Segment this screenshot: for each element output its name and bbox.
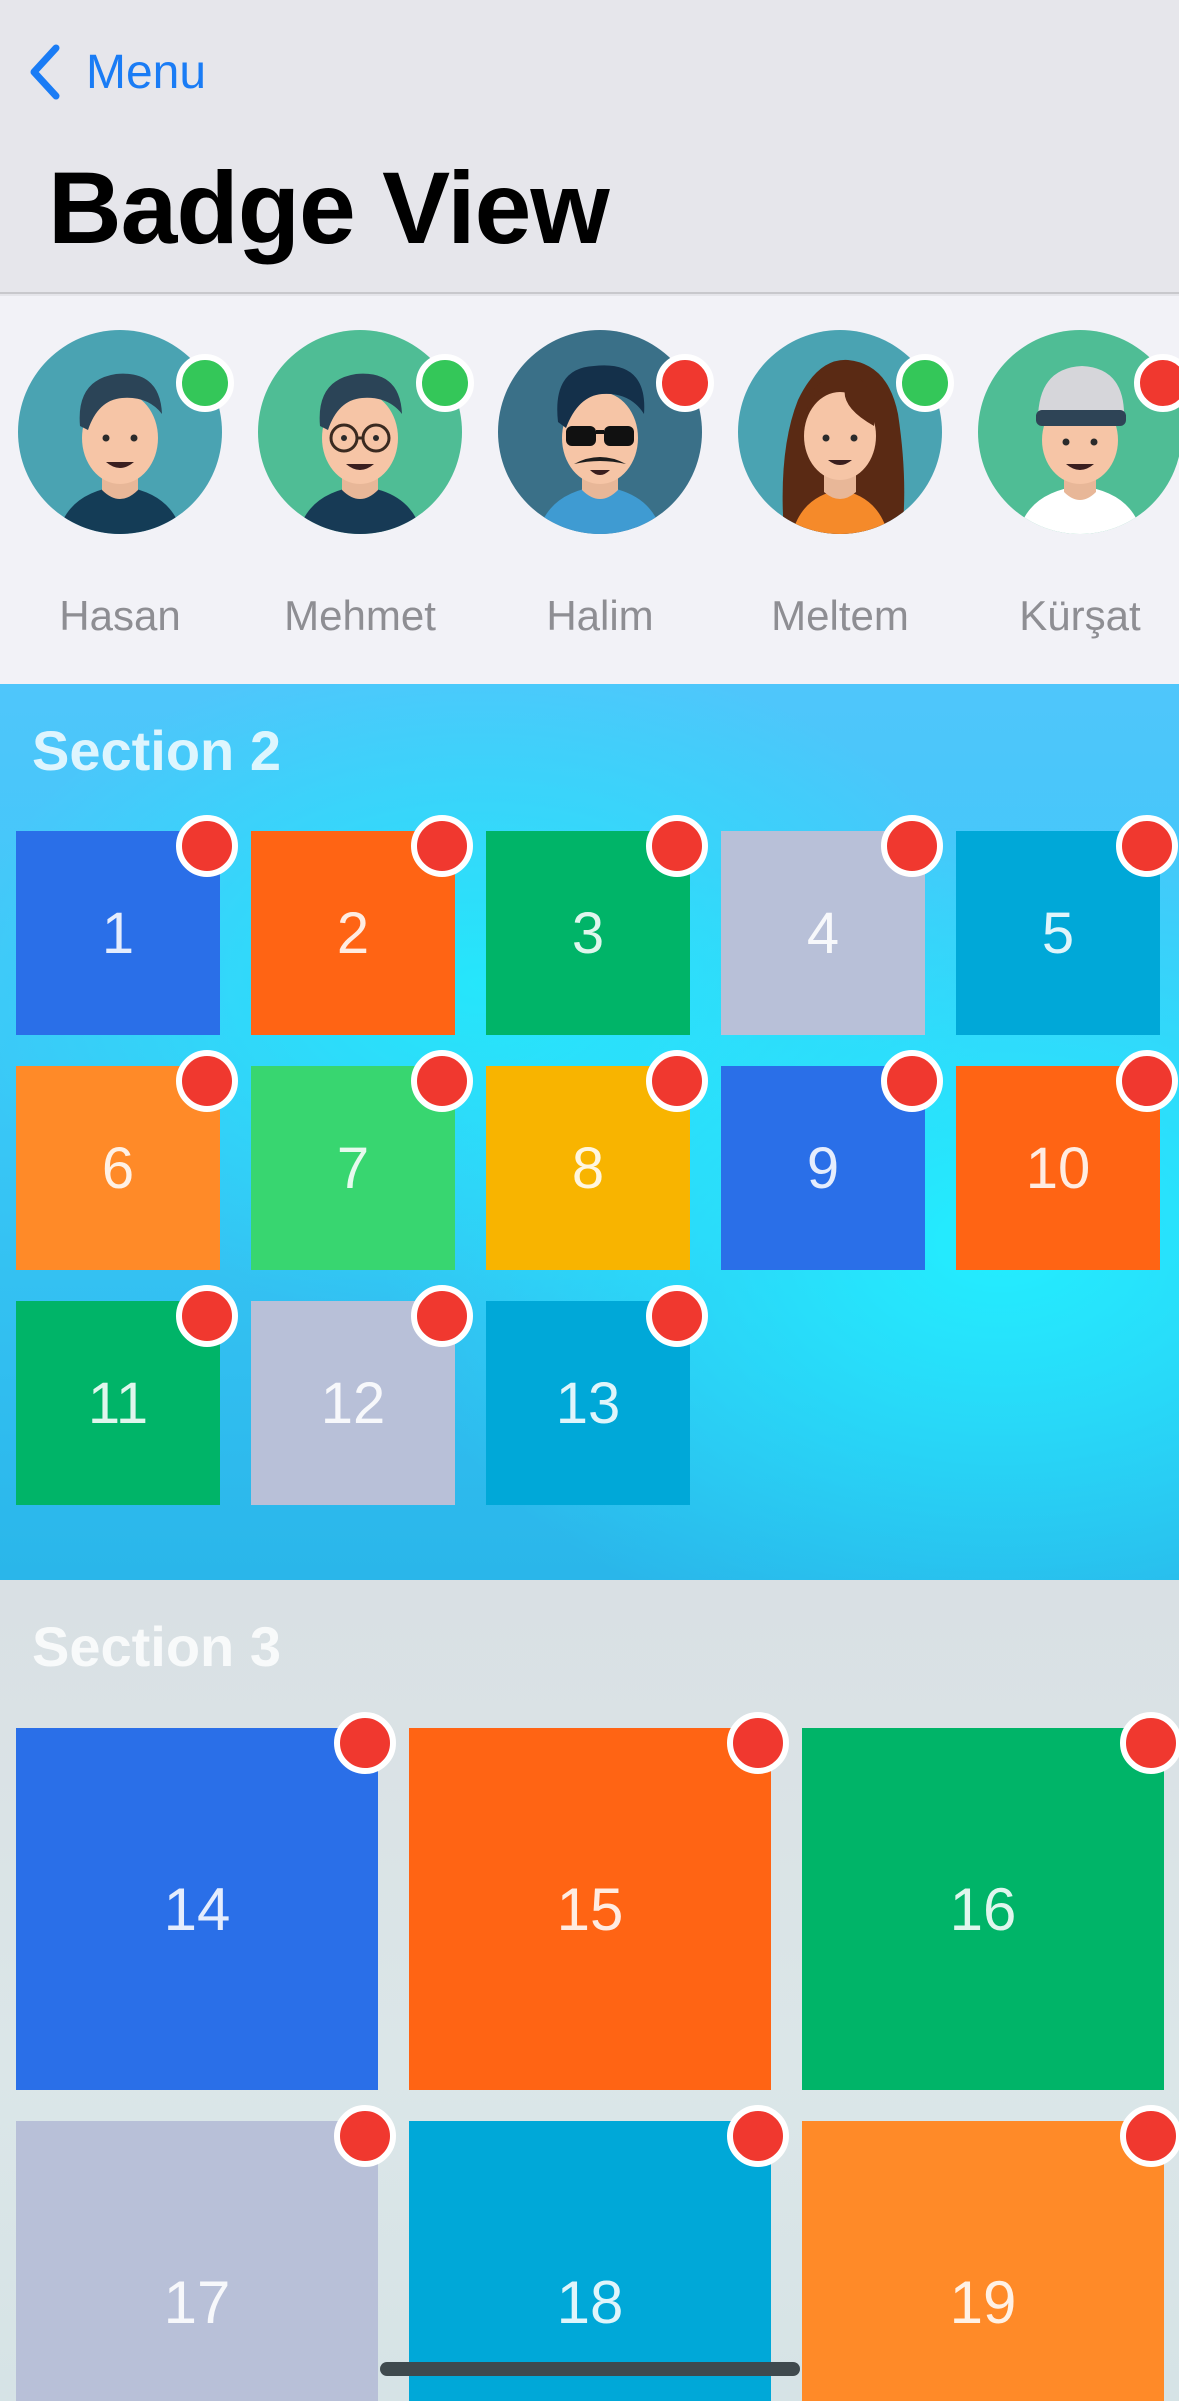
tile-number: 14 (163, 1875, 231, 1943)
tile-18[interactable]: 18 (409, 2105, 789, 2401)
online-status-indicator (176, 354, 234, 412)
notification-badge (176, 1050, 238, 1112)
tile-6[interactable]: 6 (16, 1050, 238, 1270)
tile-13[interactable]: 13 (486, 1285, 708, 1505)
tile-number: 12 (320, 1370, 386, 1436)
online-status-indicator (416, 354, 474, 412)
tile-11[interactable]: 11 (16, 1285, 238, 1505)
tile-number: 19 (949, 2268, 1017, 2336)
tile-number: 5 (1041, 900, 1075, 966)
notification-badge (411, 1285, 473, 1347)
notification-badge (646, 815, 708, 877)
notification-badge (881, 1050, 943, 1112)
notification-badge (411, 1050, 473, 1112)
tile-3[interactable]: 3 (486, 815, 708, 1035)
notification-badge (176, 1285, 238, 1347)
navigation-bar: Menu Badge View (0, 0, 1179, 294)
tile-number: 1 (101, 900, 135, 966)
tile-14[interactable]: 14 (16, 1712, 396, 2090)
tile-1[interactable]: 1 (16, 815, 238, 1035)
tile-12[interactable]: 12 (251, 1285, 473, 1505)
tile-number: 8 (571, 1135, 605, 1201)
tile-15[interactable]: 15 (409, 1712, 789, 2090)
avatar-name: Meltem (771, 592, 909, 639)
tile-10[interactable]: 10 (956, 1050, 1178, 1270)
tile-number: 11 (87, 1370, 149, 1436)
avatar-name: Halim (546, 592, 654, 639)
section-2-title: Section 2 (32, 719, 281, 782)
section-2: Section 2 1 2 3 4 5 6 7 8 9 10 11 12 13 (0, 684, 1179, 1580)
busy-status-indicator (656, 354, 714, 412)
tile-number: 7 (336, 1135, 370, 1201)
tile-number: 3 (571, 900, 605, 966)
notification-badge (727, 1712, 789, 1774)
tile-number: 6 (101, 1135, 135, 1201)
tile-17[interactable]: 17 (16, 2105, 396, 2401)
tile-number: 2 (336, 900, 370, 966)
section-3: Section 3 14 15 16 17 18 19 (0, 1580, 1179, 2401)
tile-8[interactable]: 8 (486, 1050, 708, 1270)
online-status-indicator (896, 354, 954, 412)
avatar-item-kursat[interactable]: Kürşat (978, 330, 1179, 639)
notification-badge (881, 815, 943, 877)
tile-19[interactable]: 19 (802, 2105, 1179, 2401)
tile-number: 16 (949, 1875, 1017, 1943)
avatar-name: Kürşat (1019, 592, 1141, 639)
notification-badge (334, 2105, 396, 2167)
back-button[interactable]: Menu (26, 40, 206, 104)
avatar-item-halim[interactable]: Halim (498, 330, 714, 639)
avatar-item-meltem[interactable]: Meltem (738, 330, 954, 639)
section-3-title: Section 3 (32, 1615, 281, 1678)
tile-4[interactable]: 4 (721, 815, 943, 1035)
tile-5[interactable]: 5 (956, 815, 1178, 1035)
notification-badge (1120, 2105, 1179, 2167)
tile-number: 17 (163, 2268, 231, 2336)
tile-number: 4 (806, 900, 840, 966)
notification-badge (646, 1050, 708, 1112)
tile-number: 9 (806, 1135, 840, 1201)
tile-2[interactable]: 2 (251, 815, 473, 1035)
notification-badge (1120, 1712, 1179, 1774)
tile-16[interactable]: 16 (802, 1712, 1179, 2090)
avatar-name: Hasan (59, 592, 181, 639)
back-button-label: Menu (86, 45, 207, 99)
home-indicator (380, 2362, 800, 2376)
tile-7[interactable]: 7 (251, 1050, 473, 1270)
tile-number: 18 (556, 2268, 624, 2336)
avatar-name: Mehmet (284, 592, 436, 639)
notification-badge (727, 2105, 789, 2167)
notification-badge (1116, 815, 1178, 877)
tile-9[interactable]: 9 (721, 1050, 943, 1270)
tile-number: 15 (556, 1875, 624, 1943)
avatar-item-mehmet[interactable]: Mehmet (258, 330, 474, 639)
notification-badge (334, 1712, 396, 1774)
tile-number: 13 (555, 1370, 621, 1436)
chevron-left-icon (30, 44, 60, 100)
tile-number: 10 (1025, 1135, 1091, 1201)
notification-badge (411, 815, 473, 877)
page-title: Badge View (48, 151, 610, 265)
avatar-item-hasan[interactable]: Hasan (18, 330, 234, 639)
avatar-list[interactable]: Hasan Mehmet Halim Meltem Kürşat (0, 296, 1179, 684)
notification-badge (646, 1285, 708, 1347)
notification-badge (1116, 1050, 1178, 1112)
notification-badge (176, 815, 238, 877)
